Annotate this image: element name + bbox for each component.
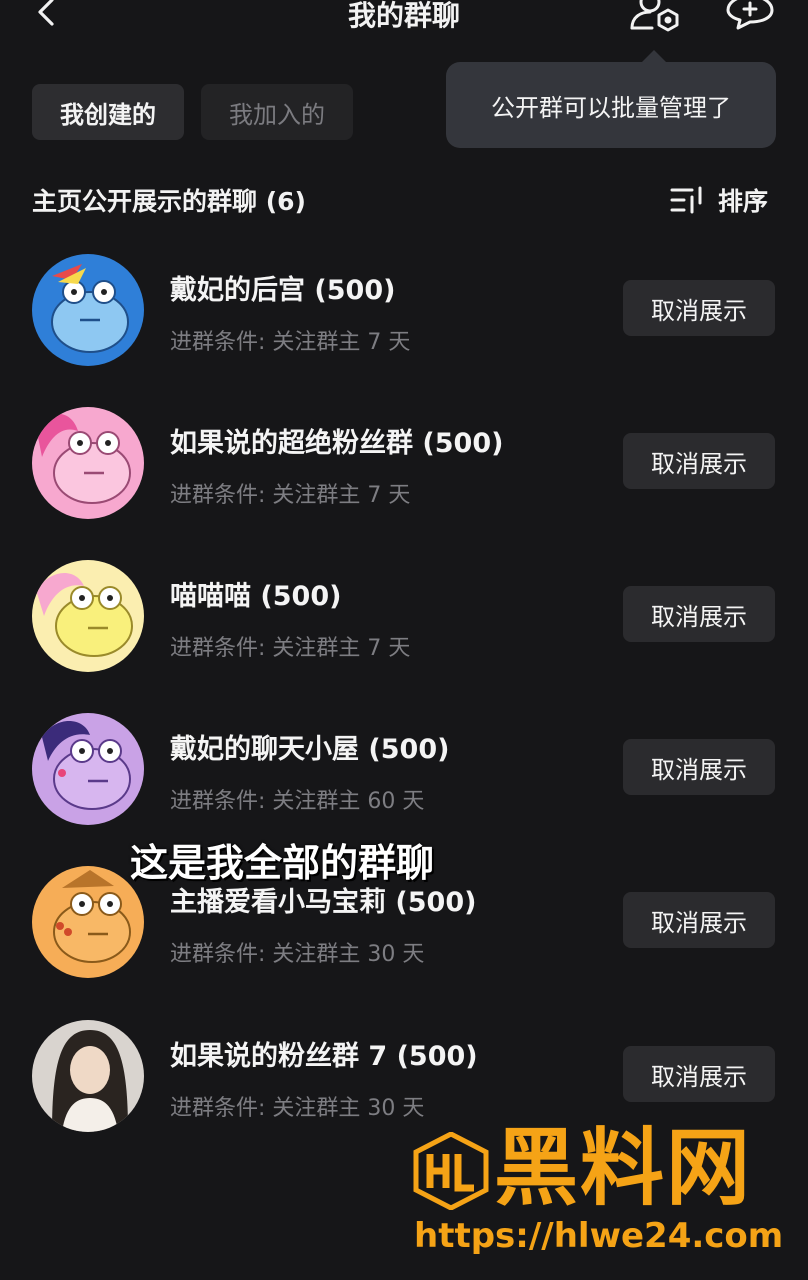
group-row[interactable]: 如果说的超绝粉丝群 (500) 进群条件: 关注群主 7 天 取消展示 xyxy=(0,407,808,537)
group-avatar-frog-yellow xyxy=(32,560,144,672)
cancel-display-button[interactable]: 取消展示 xyxy=(623,892,775,948)
watermark-title: 黑料网 xyxy=(494,1119,753,1217)
section-title: 主页公开展示的群聊 (6) xyxy=(32,187,306,216)
group-name: 如果说的粉丝群 7 (500) xyxy=(170,1041,478,1072)
add-group-chat-icon[interactable] xyxy=(724,0,776,34)
group-manage-icon[interactable] xyxy=(626,0,684,36)
watermark-logo-icon xyxy=(413,1132,489,1210)
cancel-display-button[interactable]: 取消展示 xyxy=(623,1046,775,1102)
group-avatar-frog-orange xyxy=(32,866,144,978)
video-caption: 这是我全部的群聊 xyxy=(130,841,435,885)
group-name: 喵喵喵 (500) xyxy=(170,581,342,612)
group-join-condition: 进群条件: 关注群主 7 天 xyxy=(170,330,411,355)
sort-button[interactable]: 排序 xyxy=(670,182,768,218)
group-row[interactable]: 喵喵喵 (500) 进群条件: 关注群主 7 天 取消展示 xyxy=(0,560,808,690)
group-avatar-frog-pink xyxy=(32,407,144,519)
cancel-display-button[interactable]: 取消展示 xyxy=(623,280,775,336)
group-join-condition: 进群条件: 关注群主 7 天 xyxy=(170,483,411,508)
cancel-display-button[interactable]: 取消展示 xyxy=(623,739,775,795)
page-title: 我的群聊 xyxy=(347,0,460,32)
group-join-condition: 进群条件: 关注群主 7 天 xyxy=(170,636,411,661)
group-join-condition: 进群条件: 关注群主 60 天 xyxy=(170,789,425,814)
sort-label: 排序 xyxy=(718,187,769,216)
batch-manage-tooltip: 公开群可以批量管理了 xyxy=(446,50,776,148)
cancel-display-button[interactable]: 取消展示 xyxy=(623,433,775,489)
group-row[interactable]: 戴妃的后宫 (500) 进群条件: 关注群主 7 天 取消展示 xyxy=(0,254,808,384)
cancel-display-button[interactable]: 取消展示 xyxy=(623,586,775,642)
sort-icon xyxy=(670,186,702,214)
top-bar: 我的群聊 xyxy=(0,0,808,40)
watermark-url: https://hlwe24.com xyxy=(414,1216,784,1256)
group-name: 戴妃的后宫 (500) xyxy=(170,275,396,306)
tab-joined[interactable]: 我加入的 xyxy=(201,84,353,140)
tab-created[interactable]: 我创建的 xyxy=(32,84,184,140)
group-name: 戴妃的聊天小屋 (500) xyxy=(170,734,450,765)
group-name: 如果说的超绝粉丝群 (500) xyxy=(170,428,504,459)
group-row[interactable]: 戴妃的聊天小屋 (500) 进群条件: 关注群主 60 天 取消展示 xyxy=(0,713,808,843)
group-join-condition: 进群条件: 关注群主 30 天 xyxy=(170,1096,425,1121)
group-avatar-frog-purple xyxy=(32,713,144,825)
group-avatar-photo xyxy=(32,1020,144,1132)
group-join-condition: 进群条件: 关注群主 30 天 xyxy=(170,942,425,967)
group-avatar-frog-blue xyxy=(32,254,144,366)
